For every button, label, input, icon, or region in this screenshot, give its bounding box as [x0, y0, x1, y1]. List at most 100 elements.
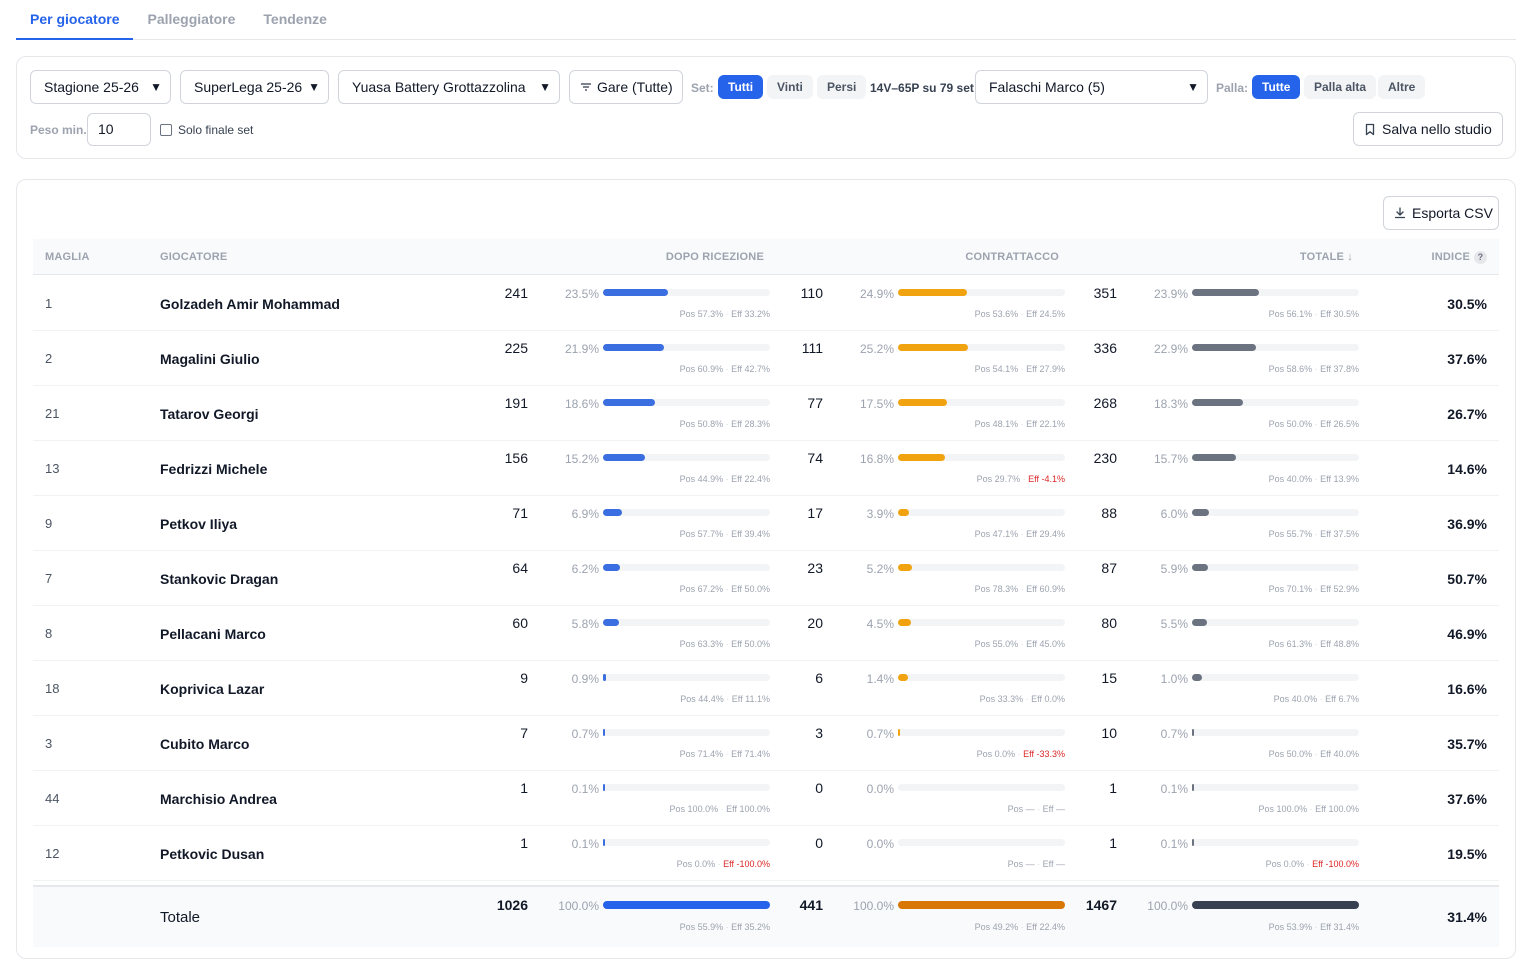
jersey-number: 12: [45, 846, 60, 861]
counterattack-share: 16.8%: [859, 452, 894, 466]
counterattack-eff: Eff —: [1042, 804, 1065, 814]
counterattack-bar: [898, 344, 1065, 351]
counterattack-stats: Pos 54.1% · Eff 27.9%: [974, 364, 1065, 374]
ball-option-tutte[interactable]: Tutte: [1252, 75, 1301, 99]
counterattack-count: 441: [799, 897, 823, 913]
counterattack-pos: Pos 53.6%: [974, 309, 1019, 319]
counterattack-eff: Eff 24.5%: [1026, 309, 1065, 319]
total-count: 351: [1093, 285, 1117, 301]
table-row[interactable]: 13 Fedrizzi Michele 156 15.2% Pos 44.9% · Ef…: [33, 441, 1499, 496]
min-weight-label: Peso min.: [30, 123, 87, 137]
table-row[interactable]: 1 Golzadeh Amir Mohammad 241 23.5% Pos 57.3%…: [33, 276, 1499, 331]
table-row[interactable]: 3 Cubito Marco 7 0.7% Pos 71.4% · Eff 71.4% 3…: [33, 716, 1499, 771]
filter-icon: [581, 83, 591, 91]
total-pos: Pos 61.3%: [1268, 639, 1313, 649]
reception-stats: Pos 0.0% · Eff -100.0%: [676, 859, 770, 869]
tab-palleggiatore[interactable]: Palleggiatore: [133, 0, 249, 40]
header-total[interactable]: TOTALE ↓: [1300, 239, 1353, 275]
reception-eff: Eff 71.4%: [731, 749, 770, 759]
reception-count: 156: [504, 450, 528, 466]
table-row[interactable]: 18 Koprivica Lazar 9 0.9% Pos 44.4% · Eff 11…: [33, 661, 1499, 716]
matches-filter-button[interactable]: Gare (Tutte): [569, 70, 683, 104]
counterattack-share: 0.7%: [866, 727, 894, 741]
total-count: 1: [1109, 780, 1117, 796]
table-row[interactable]: 7 Stankovic Dragan 64 6.2% Pos 67.2% · Eff 5…: [33, 551, 1499, 606]
ball-option-altre[interactable]: Altre: [1378, 75, 1426, 99]
counterattack-stats: Pos — · Eff —: [1007, 804, 1065, 814]
counterattack-bar: [898, 564, 1065, 571]
counterattack-count: 23: [807, 560, 823, 576]
reception-stats: Pos 67.2% · Eff 50.0%: [679, 584, 770, 594]
total-cell: 351 23.9% Pos 56.1% · Eff 30.5%: [1068, 276, 1362, 331]
header-counterattack[interactable]: CONTRATTACCO: [965, 239, 1059, 275]
reception-share: 6.2%: [571, 562, 599, 576]
total-stats: Pos 56.1% · Eff 30.5%: [1268, 309, 1359, 319]
save-to-studio-label: Salva nello studio: [1382, 121, 1492, 137]
table-row[interactable]: 2 Magalini Giulio 225 21.9% Pos 60.9% · Eff …: [33, 331, 1499, 386]
table-row[interactable]: 21 Tatarov Georgi 191 18.6% Pos 50.8% · Eff …: [33, 386, 1499, 441]
table-row[interactable]: 9 Petkov Iliya 71 6.9% Pos 57.7% · Eff 39.4%…: [33, 496, 1499, 551]
counterattack-bar: [898, 839, 1065, 846]
total-cell: 336 22.9% Pos 58.6% · Eff 37.8%: [1068, 331, 1362, 386]
min-weight-input[interactable]: 10: [87, 113, 151, 146]
counterattack-share: 1.4%: [866, 672, 894, 686]
team-select[interactable]: Yuasa Battery Grottazzolina ▼: [338, 70, 560, 104]
total-bar: [1192, 619, 1359, 626]
reception-count: 1: [520, 780, 528, 796]
counterattack-bar: [898, 399, 1065, 406]
counterattack-eff: Eff 29.4%: [1026, 529, 1065, 539]
total-eff: Eff 48.8%: [1320, 639, 1359, 649]
total-cell: 88 6.0% Pos 55.7% · Eff 37.5%: [1068, 496, 1362, 551]
player-name: Petkovic Dusan: [160, 846, 265, 862]
jersey-number: 7: [45, 571, 53, 586]
total-eff: Eff 37.8%: [1320, 364, 1359, 374]
total-bar-fill: [1192, 729, 1194, 736]
counterattack-pos: Pos 49.2%: [974, 922, 1019, 932]
counterattack-share: 100.0%: [853, 899, 894, 913]
save-to-studio-button[interactable]: Salva nello studio: [1353, 112, 1503, 146]
player-name: Petkov Iliya: [160, 516, 238, 532]
total-stats: Pos 100.0% · Eff 100.0%: [1258, 804, 1359, 814]
total-share: 0.7%: [1160, 727, 1188, 741]
player-name: Cubito Marco: [160, 736, 250, 752]
total-cell: 1 0.1% Pos 0.0% · Eff -100.0%: [1068, 826, 1362, 881]
total-bar-fill: [1192, 289, 1259, 296]
header-jersey[interactable]: MAGLIA: [45, 239, 90, 275]
counterattack-bar-fill: [898, 289, 968, 296]
ball-option-palla-alta[interactable]: Palla alta: [1304, 75, 1377, 99]
counterattack-cell: 3 0.7% Pos 0.0% · Eff -33.3%: [774, 716, 1068, 771]
export-csv-button[interactable]: Esporta CSV: [1383, 196, 1499, 230]
tab-tendenze[interactable]: Tendenze: [249, 0, 341, 40]
season-select[interactable]: Stagione 25-26 ▼: [30, 70, 171, 104]
player-name: Pellacani Marco: [160, 626, 266, 642]
header-reception[interactable]: DOPO RICEZIONE: [666, 239, 764, 275]
table-row[interactable]: 12 Petkovic Dusan 1 0.1% Pos 0.0% · Eff -100…: [33, 826, 1499, 881]
reception-bar: [603, 289, 770, 296]
reception-share: 18.6%: [564, 397, 599, 411]
table-row[interactable]: 44 Marchisio Andrea 1 0.1% Pos 100.0% · Eff …: [33, 771, 1499, 826]
setter-select[interactable]: Falaschi Marco (5) ▼: [975, 70, 1208, 104]
counterattack-count: 3: [815, 725, 823, 741]
set-option-vinti[interactable]: Vinti: [767, 75, 813, 99]
set-option-tutti[interactable]: Tutti: [718, 75, 764, 99]
total-count: 87: [1101, 560, 1117, 576]
final-set-checkbox[interactable]: [160, 124, 172, 136]
header-index[interactable]: INDICE?: [1432, 239, 1487, 275]
reception-eff: Eff 11.1%: [731, 694, 770, 704]
tab-per-giocatore[interactable]: Per giocatore: [16, 0, 134, 40]
league-select[interactable]: SuperLega 25-26 ▼: [180, 70, 329, 104]
reception-bar: [603, 454, 770, 461]
reception-share: 0.9%: [571, 672, 599, 686]
reception-eff: Eff 33.2%: [731, 309, 770, 319]
index-value: 50.7%: [1447, 571, 1487, 587]
table-row[interactable]: 8 Pellacani Marco 60 5.8% Pos 63.3% · Eff 50…: [33, 606, 1499, 661]
help-icon[interactable]: ?: [1474, 250, 1487, 264]
counterattack-eff: Eff -4.1%: [1028, 474, 1065, 484]
reception-stats: Pos 44.9% · Eff 22.4%: [679, 474, 770, 484]
counterattack-stats: Pos 33.3% · Eff 0.0%: [979, 694, 1065, 704]
set-option-persi[interactable]: Persi: [817, 75, 867, 99]
total-stats: Pos 61.3% · Eff 48.8%: [1268, 639, 1359, 649]
counterattack-eff: Eff 27.9%: [1026, 364, 1065, 374]
header-player[interactable]: GIOCATORE: [160, 239, 227, 275]
counterattack-share: 5.2%: [866, 562, 894, 576]
